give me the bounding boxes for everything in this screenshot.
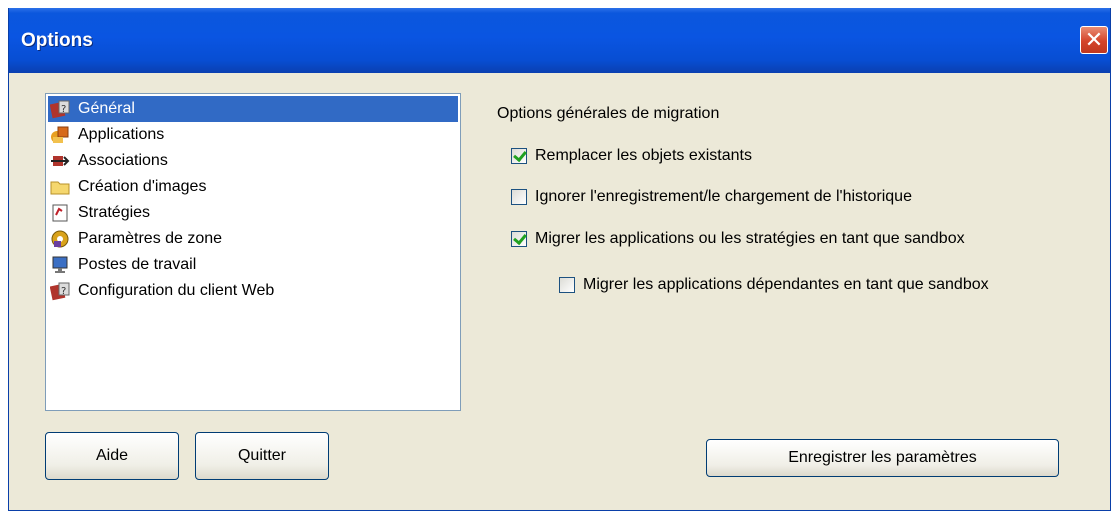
window-title: Options — [21, 30, 93, 51]
list-item-label: Configuration du client Web — [78, 282, 275, 299]
applications-icon — [50, 125, 70, 145]
zone-settings-icon — [50, 229, 70, 249]
save-settings-button[interactable]: Enregistrer les paramètres — [706, 439, 1059, 477]
option-label: Remplacer les objets existants — [535, 147, 752, 164]
list-item-strategies[interactable]: Stratégies — [48, 200, 458, 226]
list-item-associations[interactable]: Associations — [48, 148, 458, 174]
computer-icon — [50, 255, 70, 275]
section-heading: Options générales de migration — [497, 105, 720, 122]
option-migrate-sandbox[interactable]: Migrer les applications ou les stratégie… — [511, 230, 965, 248]
close-icon: ✕ — [1084, 27, 1104, 52]
list-item-label: Création d'images — [78, 178, 207, 195]
close-button[interactable]: ✕ — [1080, 26, 1108, 54]
list-item-label: Applications — [78, 126, 165, 143]
help-button[interactable]: Aide — [45, 432, 179, 480]
category-list[interactable]: ? Général Applications Associations Créa… — [45, 93, 461, 411]
list-item-image-creation[interactable]: Création d'images — [48, 174, 458, 200]
web-client-icon: ? — [49, 281, 70, 301]
associations-icon — [50, 151, 70, 171]
folder-icon — [50, 177, 70, 197]
strategies-icon — [50, 203, 70, 223]
list-item-label: Associations — [78, 152, 168, 169]
quit-button[interactable]: Quitter — [195, 432, 329, 480]
svg-text:?: ? — [61, 104, 66, 115]
svg-text:?: ? — [61, 286, 66, 297]
checkbox-checked[interactable] — [511, 231, 527, 247]
checkbox-unchecked[interactable] — [511, 189, 527, 205]
list-item-label: Paramètres de zone — [78, 230, 223, 247]
checkbox-unchecked[interactable] — [559, 277, 575, 293]
list-item-general[interactable]: ? Général — [48, 96, 458, 122]
list-item-workstations[interactable]: Postes de travail — [48, 252, 458, 278]
list-item-label: Postes de travail — [78, 256, 197, 273]
checkbox-checked[interactable] — [511, 148, 527, 164]
list-item-zone-settings[interactable]: Paramètres de zone — [48, 226, 458, 252]
list-item-label: Stratégies — [78, 204, 151, 221]
option-label: Migrer les applications ou les stratégie… — [535, 230, 965, 247]
options-window: Options ✕ ? Général Applications Associa… — [8, 8, 1111, 511]
title-bar[interactable]: Options ✕ — [9, 8, 1110, 73]
general-icon: ? — [49, 99, 70, 119]
option-label: Migrer les applications dépendantes en t… — [583, 276, 989, 293]
option-replace-objects[interactable]: Remplacer les objets existants — [511, 147, 752, 165]
option-ignore-history[interactable]: Ignorer l'enregistrement/le chargement d… — [511, 188, 912, 206]
list-item-applications[interactable]: Applications — [48, 122, 458, 148]
list-item-web-client[interactable]: ? Configuration du client Web — [48, 278, 458, 304]
option-label: Ignorer l'enregistrement/le chargement d… — [535, 188, 912, 205]
option-migrate-dependent-sandbox[interactable]: Migrer les applications dépendantes en t… — [559, 276, 989, 294]
list-item-label: Général — [76, 100, 137, 118]
